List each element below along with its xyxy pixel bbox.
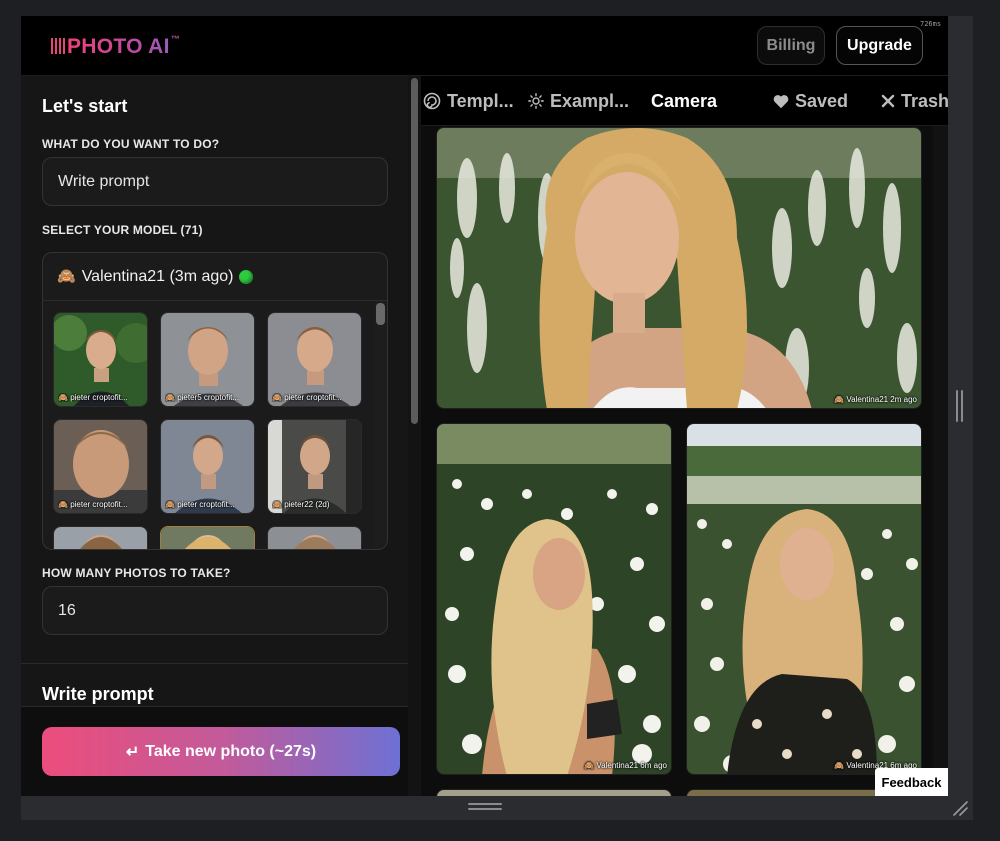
feedback-button[interactable]: Feedback — [875, 768, 948, 796]
tab-saved[interactable]: Saved — [773, 76, 848, 126]
gallery-photo[interactable] — [436, 789, 672, 796]
model-caption: 🙈 pieter croptofit... — [165, 500, 235, 509]
tab-examples[interactable]: Exampl... — [528, 76, 629, 126]
tab-bar: Templ... Exampl... Camera Saved Trash — [421, 76, 948, 126]
model-thumb[interactable]: 🙈 pieter croptofit... — [267, 312, 362, 407]
horizontal-resize-handle[interactable] — [468, 803, 502, 811]
enter-icon: ↵ — [125, 743, 140, 761]
section-divider — [21, 663, 408, 664]
photos-count-input[interactable]: 16 — [42, 586, 388, 635]
generated-photo — [687, 424, 921, 774]
model-selector: 🙈 Valentina21 (3m ago) 🙈 pieter croptofi… — [42, 252, 388, 550]
model-caption: 🙈 pieter croptofit... — [272, 393, 342, 402]
what-select[interactable]: Write prompt — [42, 157, 388, 206]
photo-caption: 🙈 Valentina21 6m ago — [584, 761, 667, 770]
photos-count-label: HOW MANY PHOTOS TO TAKE? — [42, 566, 231, 580]
model-thumb[interactable]: 🙈 pieter5 croptofit... — [160, 312, 255, 407]
gallery-photo[interactable]: 🙈 Valentina21 6m ago — [686, 423, 922, 775]
generated-photo — [437, 424, 671, 774]
take-new-photo-label: Take new photo (~27s) — [145, 742, 317, 760]
gallery-photo[interactable]: 🙈 Valentina21 6m ago — [436, 423, 672, 775]
billing-button[interactable]: Billing — [757, 26, 825, 65]
vertical-resize-handle[interactable] — [956, 390, 964, 422]
model-caption: 🙈 pieter croptofit... — [58, 500, 128, 509]
model-thumb[interactable]: 🙈 pieter croptofit... — [53, 419, 148, 514]
page-title: Let's start — [42, 96, 128, 116]
write-prompt-title: Write prompt — [42, 684, 154, 704]
logo[interactable]: PHOTO AI ™ — [51, 34, 181, 59]
model-thumb[interactable] — [160, 526, 255, 549]
model-label: SELECT YOUR MODEL (71) — [42, 223, 203, 237]
app-window: PHOTO AI ™ Billing Upgrade 726ms Let's s… — [21, 16, 948, 796]
online-status-icon — [239, 269, 254, 284]
model-caption: 🙈 pieter5 croptofit... — [165, 393, 239, 402]
logo-bars-icon — [51, 38, 65, 54]
heart-icon — [773, 94, 789, 108]
model-thumb[interactable]: 🙈 pieter croptofit... — [53, 312, 148, 407]
sun-icon — [528, 93, 544, 109]
model-thumb[interactable]: 🙈 pieter croptofit... — [160, 419, 255, 514]
what-label: WHAT DO YOU WANT TO DO? — [42, 137, 220, 151]
gallery-photo[interactable]: 🙈 Valentina21 2m ago — [436, 127, 922, 409]
left-panel-scrollbar[interactable] — [408, 76, 421, 796]
model-thumb[interactable] — [267, 526, 362, 549]
model-photo — [161, 527, 254, 549]
tab-camera[interactable]: Camera — [651, 76, 717, 126]
model-caption: 🙈 pieter22 (2d) — [272, 500, 330, 509]
logo-text: PHOTO AI — [67, 35, 170, 58]
photo-gallery: 🙈 Valentina21 2m ago 🙈 Valentina21 6m ag… — [421, 126, 948, 796]
model-caption: 🙈 pieter croptofit... — [58, 393, 128, 402]
logo-trademark: ™ — [170, 34, 181, 44]
left-panel: Let's start WHAT DO YOU WANT TO DO? Writ… — [21, 76, 408, 706]
model-photo — [268, 527, 361, 549]
model-thumb[interactable]: 🙈 pieter22 (2d) — [267, 419, 362, 514]
spiral-icon — [423, 92, 441, 110]
model-grid: 🙈 pieter croptofit... 🙈 pieter5 croptofi… — [53, 312, 365, 549]
upgrade-button[interactable]: Upgrade — [836, 26, 923, 65]
x-icon — [881, 94, 895, 108]
tab-templates[interactable]: Templ... — [423, 76, 514, 126]
tab-trash[interactable]: Trash — [881, 76, 948, 126]
top-bar: PHOTO AI ™ Billing Upgrade 726ms — [21, 16, 948, 76]
monkey-icon: 🙈 — [57, 268, 76, 285]
render-timer: 726ms — [920, 20, 942, 28]
gallery-scrollbar[interactable] — [933, 126, 948, 796]
resize-corner-icon[interactable] — [952, 800, 968, 816]
model-photo — [54, 527, 147, 549]
generated-photo — [437, 128, 921, 408]
model-list-scrollbar[interactable] — [374, 301, 387, 549]
selected-model[interactable]: 🙈 Valentina21 (3m ago) — [43, 253, 387, 301]
photo-caption: 🙈 Valentina21 2m ago — [834, 395, 917, 404]
selected-model-label: Valentina21 (3m ago) — [81, 267, 234, 285]
take-new-photo-button[interactable]: ↵ Take new photo (~27s) — [42, 727, 400, 776]
action-bar: ↵ Take new photo (~27s) — [21, 706, 408, 796]
model-thumb[interactable] — [53, 526, 148, 549]
